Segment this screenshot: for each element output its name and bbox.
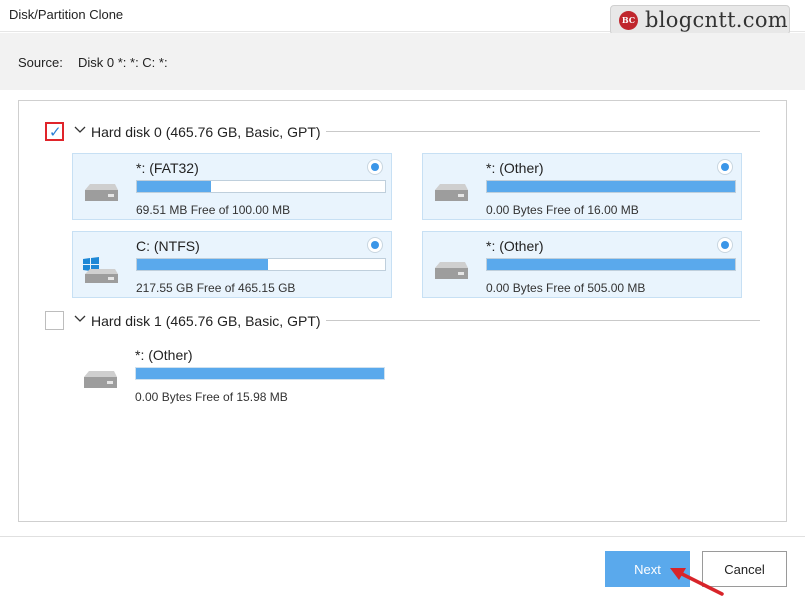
partition-radio[interactable] xyxy=(367,237,383,253)
partition-card[interactable]: *: (Other) 0.00 Bytes Free of 505.00 MB xyxy=(422,231,742,298)
partition-free-space: 217.55 GB Free of 465.15 GB xyxy=(136,281,296,295)
watermark-logo: BC xyxy=(619,11,638,30)
disk-1-checkbox[interactable] xyxy=(45,311,64,330)
usage-bar xyxy=(136,180,386,193)
chevron-down-icon[interactable] xyxy=(73,123,87,137)
partition-name: *: (Other) xyxy=(486,160,544,176)
partition-radio[interactable] xyxy=(367,159,383,175)
check-icon: ✓ xyxy=(49,123,62,141)
drive-icon xyxy=(435,184,468,201)
partition-free-space: 0.00 Bytes Free of 15.98 MB xyxy=(135,390,288,404)
window-title: Disk/Partition Clone xyxy=(9,7,124,22)
divider xyxy=(326,320,760,321)
source-bar: Source: Disk 0 *: *: C: *: xyxy=(0,33,805,90)
disk-1-label: Hard disk 1 (465.76 GB, Basic, GPT) xyxy=(91,313,321,329)
partition-card[interactable]: *: (Other) 0.00 Bytes Free of 16.00 MB xyxy=(422,153,742,220)
partition-card[interactable]: C: (NTFS) 217.55 GB Free of 465.15 GB xyxy=(72,231,392,298)
radio-dot xyxy=(371,163,379,171)
disk-0-label: Hard disk 0 (465.76 GB, Basic, GPT) xyxy=(91,124,321,140)
radio-dot xyxy=(721,163,729,171)
usage-bar xyxy=(486,258,736,271)
partition-card[interactable]: *: (Other) 0.00 Bytes Free of 15.98 MB xyxy=(72,341,392,408)
source-label: Source: xyxy=(18,55,63,70)
disk-list-panel: ✓ Hard disk 0 (465.76 GB, Basic, GPT) *:… xyxy=(18,100,787,522)
usage-bar xyxy=(135,367,385,380)
partition-name: *: (FAT32) xyxy=(136,160,199,176)
partition-card[interactable]: *: (FAT32) 69.51 MB Free of 100.00 MB xyxy=(72,153,392,220)
usage-bar-fill xyxy=(487,181,735,192)
usage-bar-fill xyxy=(137,181,212,192)
partition-radio[interactable] xyxy=(717,159,733,175)
usage-bar-fill xyxy=(487,259,735,270)
divider xyxy=(326,131,760,132)
partition-free-space: 69.51 MB Free of 100.00 MB xyxy=(136,203,291,217)
chevron-down-icon[interactable] xyxy=(73,312,87,326)
drive-icon xyxy=(84,371,117,388)
partition-free-space: 0.00 Bytes Free of 505.00 MB xyxy=(486,281,646,295)
disk-0-checkbox[interactable]: ✓ xyxy=(45,122,64,141)
usage-bar xyxy=(486,180,736,193)
watermark: BC blogcntt.com xyxy=(610,5,790,35)
disk-0-header[interactable]: ✓ Hard disk 0 (465.76 GB, Basic, GPT) xyxy=(45,122,765,142)
partition-name: *: (Other) xyxy=(135,347,193,363)
usage-bar xyxy=(136,258,386,271)
radio-dot xyxy=(371,241,379,249)
radio-dot xyxy=(721,241,729,249)
usage-bar-fill xyxy=(136,368,384,379)
usage-bar-fill xyxy=(137,259,269,270)
partition-free-space: 0.00 Bytes Free of 16.00 MB xyxy=(486,203,639,217)
disk-1-header[interactable]: Hard disk 1 (465.76 GB, Basic, GPT) xyxy=(45,311,765,331)
drive-icon xyxy=(85,184,118,201)
drive-icon xyxy=(435,262,468,279)
pointer-arrow-icon xyxy=(670,568,724,596)
watermark-text: blogcntt.com xyxy=(645,8,789,32)
partition-name: *: (Other) xyxy=(486,238,544,254)
partition-radio[interactable] xyxy=(717,237,733,253)
windows-drive-icon xyxy=(83,257,118,283)
source-value: Disk 0 *: *: C: *: xyxy=(78,55,168,70)
partition-name: C: (NTFS) xyxy=(136,238,200,254)
